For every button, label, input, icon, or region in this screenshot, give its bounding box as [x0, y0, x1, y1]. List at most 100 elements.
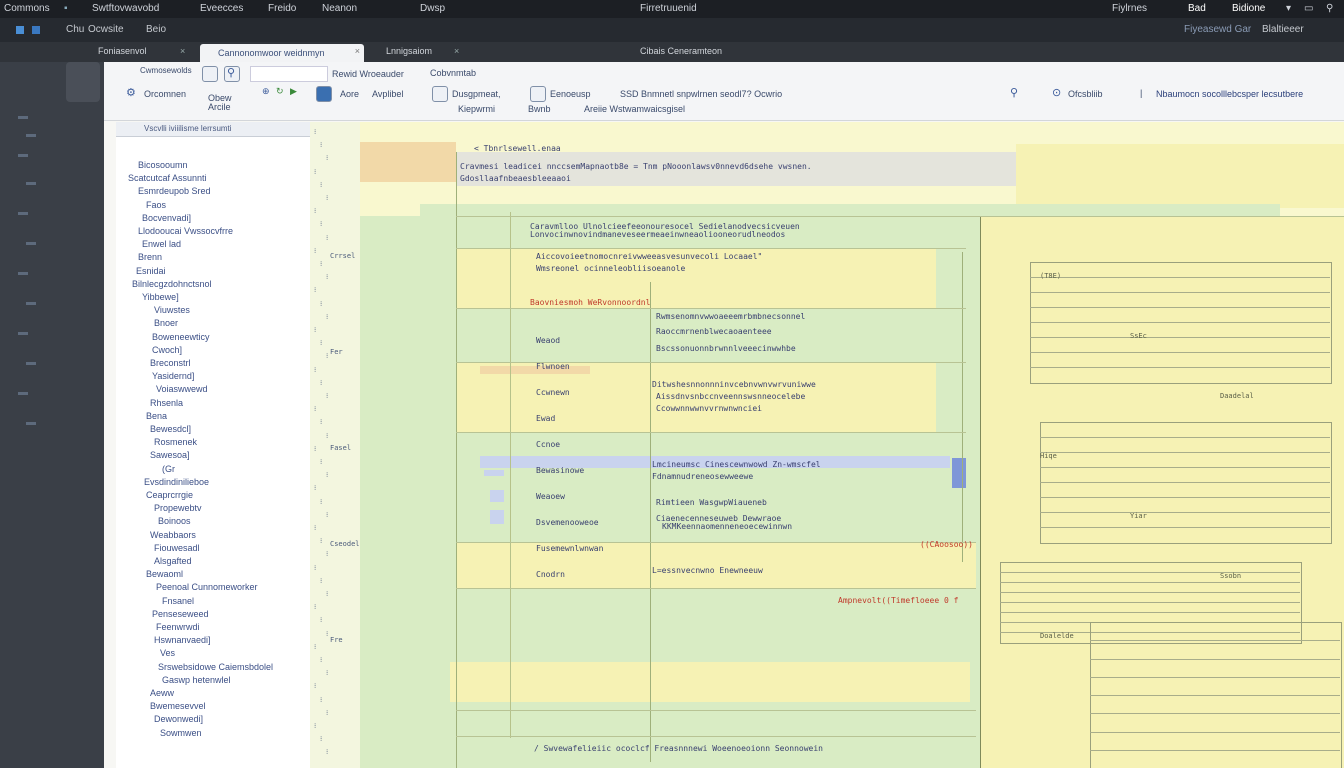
tree-item[interactable]: Viuwstes: [154, 305, 190, 315]
code-line[interactable]: Bscssonuonnbrwnnlveeecinwwhbe: [656, 344, 796, 353]
bar-item[interactable]: Ocwsite: [88, 24, 124, 35]
tree-item[interactable]: Bena: [146, 411, 167, 421]
rail-mark[interactable]: [18, 116, 28, 119]
avatar[interactable]: [66, 62, 100, 102]
tree-item[interactable]: Ves: [160, 648, 175, 658]
toolbar-item[interactable]: Dusgpmeat,: [452, 89, 501, 99]
code-line[interactable]: ((CAoosoo)): [920, 540, 973, 549]
apple-icon[interactable]: ▪: [64, 3, 68, 14]
tree-item[interactable]: Enwel lad: [142, 239, 181, 249]
tree-item[interactable]: Rhsenla: [150, 398, 183, 408]
tree-item[interactable]: Srswebsidowe Caiemsbdolel: [158, 662, 273, 672]
tree-item[interactable]: Gaswp hetenwlel: [162, 675, 231, 685]
tree-item[interactable]: Peenoal Cunnomeworker: [156, 582, 258, 592]
code-line[interactable]: Lmcineumsc Cinescewnwowd Zn-wmscfel: [652, 460, 821, 469]
tree-item[interactable]: Bewesdcl]: [150, 424, 191, 434]
tree-item[interactable]: Feenwrwdi: [156, 622, 200, 632]
rail-mark[interactable]: [26, 242, 36, 245]
toolbar-item[interactable]: Eenoeusp: [550, 89, 591, 99]
rail-mark[interactable]: [18, 332, 28, 335]
tree-item[interactable]: Voiaswwewd: [156, 384, 208, 394]
code-line[interactable]: Raoccmrnenblwecaoaenteee: [656, 327, 772, 336]
menu-item[interactable]: Eveecces: [200, 3, 243, 14]
toolbar-item[interactable]: Avplibel: [372, 89, 403, 99]
tree-item[interactable]: Faos: [146, 200, 166, 210]
back-button[interactable]: [202, 66, 218, 82]
menu-item[interactable]: Freido: [268, 3, 296, 14]
status-item[interactable]: Fiylrnes: [1112, 3, 1147, 14]
tree-item[interactable]: Alsgafted: [154, 556, 192, 566]
code-line[interactable]: / Swvewafelieiic ococlcf Freasnnnewi Woe…: [534, 744, 823, 753]
tree-item[interactable]: Scatcutcaf Assunnti: [128, 173, 207, 183]
tree-item[interactable]: Bewaoml: [146, 569, 183, 579]
square-icon[interactable]: [16, 26, 24, 34]
scroll-marker[interactable]: [952, 458, 966, 488]
close-icon[interactable]: ×: [180, 46, 185, 56]
tree-item[interactable]: Rosmenek: [154, 437, 197, 447]
tree-item[interactable]: Evsdindinilieboe: [144, 477, 209, 487]
search-input[interactable]: [250, 66, 328, 82]
search-icon[interactable]: ⚲: [1326, 3, 1333, 14]
tree-item[interactable]: Fiouwesadl: [154, 543, 200, 553]
tree-item[interactable]: Sowmwen: [160, 728, 202, 738]
code-line[interactable]: Ccowwnnwwnvvrnwnwnciei: [656, 404, 762, 413]
tab[interactable]: Foniasenvol: [98, 46, 147, 56]
code-line[interactable]: Rwmsenomnvwwoaeeemrbmbnecsonnel: [656, 312, 805, 321]
play-icon[interactable]: ▶: [290, 86, 297, 97]
plus-icon[interactable]: ⊕: [262, 86, 270, 97]
header-link[interactable]: Nbaumocn socolllebcsper lecsutbere: [1156, 89, 1303, 99]
tree-item[interactable]: Breconstrl: [150, 358, 191, 368]
tree-item[interactable]: Penseseweed: [152, 609, 209, 619]
tab-active[interactable]: Cannonomwoor weidnmyn ×: [200, 44, 364, 62]
menu-item[interactable]: Swtftovwavobd: [92, 3, 159, 14]
tree-item[interactable]: Bicosooumn: [138, 160, 188, 170]
wifi-icon[interactable]: ▾: [1286, 3, 1291, 14]
toolbar-item[interactable]: Bwnb: [528, 104, 551, 114]
code-line[interactable]: KKMKeennaomenneneoecewinnwn: [662, 522, 792, 531]
toolbar-item[interactable]: SSD Bnmnetl snpwlrnen seodl7? Ocwrio: [620, 89, 782, 99]
toolbar-item[interactable]: Aore: [340, 89, 359, 99]
rail-mark[interactable]: [18, 212, 28, 215]
rail-mark[interactable]: [18, 272, 28, 275]
tree-item[interactable]: Cwoch]: [152, 345, 182, 355]
tree-item[interactable]: Ceaprcrrgie: [146, 490, 193, 500]
tree-item[interactable]: (Gr: [162, 464, 175, 474]
find-input[interactable]: Cravmesi leadicei nnccsemMapnaotb8e = Tn…: [460, 162, 812, 171]
code-line[interactable]: Baovniesmoh WeRvonnoordnl: [530, 298, 650, 307]
doc-button[interactable]: [432, 86, 448, 102]
close-icon[interactable]: ×: [355, 46, 360, 56]
code-line[interactable]: Wmsreonel ocinneleobliisoeanole: [536, 264, 685, 273]
code-line[interactable]: Fdnamnudreneosewweewe: [652, 472, 753, 481]
toolbar-item[interactable]: Orcomnen: [144, 89, 186, 99]
tree-item[interactable]: Aeww: [150, 688, 174, 698]
code-line[interactable]: Ditwshesnnonnninvcebnvwnvwrvuniwwe: [652, 380, 816, 389]
toolbar-item[interactable]: Areiie Wstwamwaicsgisel: [584, 104, 685, 114]
tree-item[interactable]: Boweneewticy: [152, 332, 210, 342]
tree-item[interactable]: Weabbaors: [150, 530, 196, 540]
rail-mark[interactable]: [26, 302, 36, 305]
code-line[interactable]: Aissdnvsnbccnveennswsnneocelebe: [656, 392, 805, 401]
rail-mark[interactable]: [18, 154, 28, 157]
bar-item[interactable]: Fiyeasewd Gar: [1184, 24, 1251, 35]
settings-icon[interactable]: ⚙: [126, 86, 136, 99]
rail-mark[interactable]: [26, 422, 36, 425]
tree-item[interactable]: Brenn: [138, 252, 162, 262]
tree-item[interactable]: Sawesoa]: [150, 450, 190, 460]
tree-item[interactable]: Bwemesevvel: [150, 701, 206, 711]
tree-item[interactable]: Bilnlecgzdohnctsnol: [132, 279, 212, 289]
bar-item[interactable]: Blaltieeer: [1262, 24, 1304, 35]
bar-item[interactable]: Beio: [146, 24, 166, 35]
toolbar-item[interactable]: Arcile: [208, 102, 231, 112]
search-icon[interactable]: ⚲: [1010, 86, 1018, 99]
tree-item[interactable]: Fnsanel: [162, 596, 194, 606]
tree-item[interactable]: Bnoer: [154, 318, 178, 328]
status-item[interactable]: Bidione: [1232, 3, 1265, 14]
tree-item[interactable]: Hswnanvaedi]: [154, 635, 211, 645]
menu-item[interactable]: Dwsp: [420, 3, 445, 14]
bar-item[interactable]: Chu: [66, 24, 84, 35]
toolbar-label[interactable]: Cobvnmtab: [430, 68, 476, 78]
tree-item[interactable]: Dewonwedi]: [154, 714, 203, 724]
tree-item[interactable]: Yibbewe]: [142, 292, 179, 302]
search-button[interactable]: ⚲: [224, 66, 240, 82]
search-field[interactable]: Ofcsbliib: [1068, 89, 1103, 99]
